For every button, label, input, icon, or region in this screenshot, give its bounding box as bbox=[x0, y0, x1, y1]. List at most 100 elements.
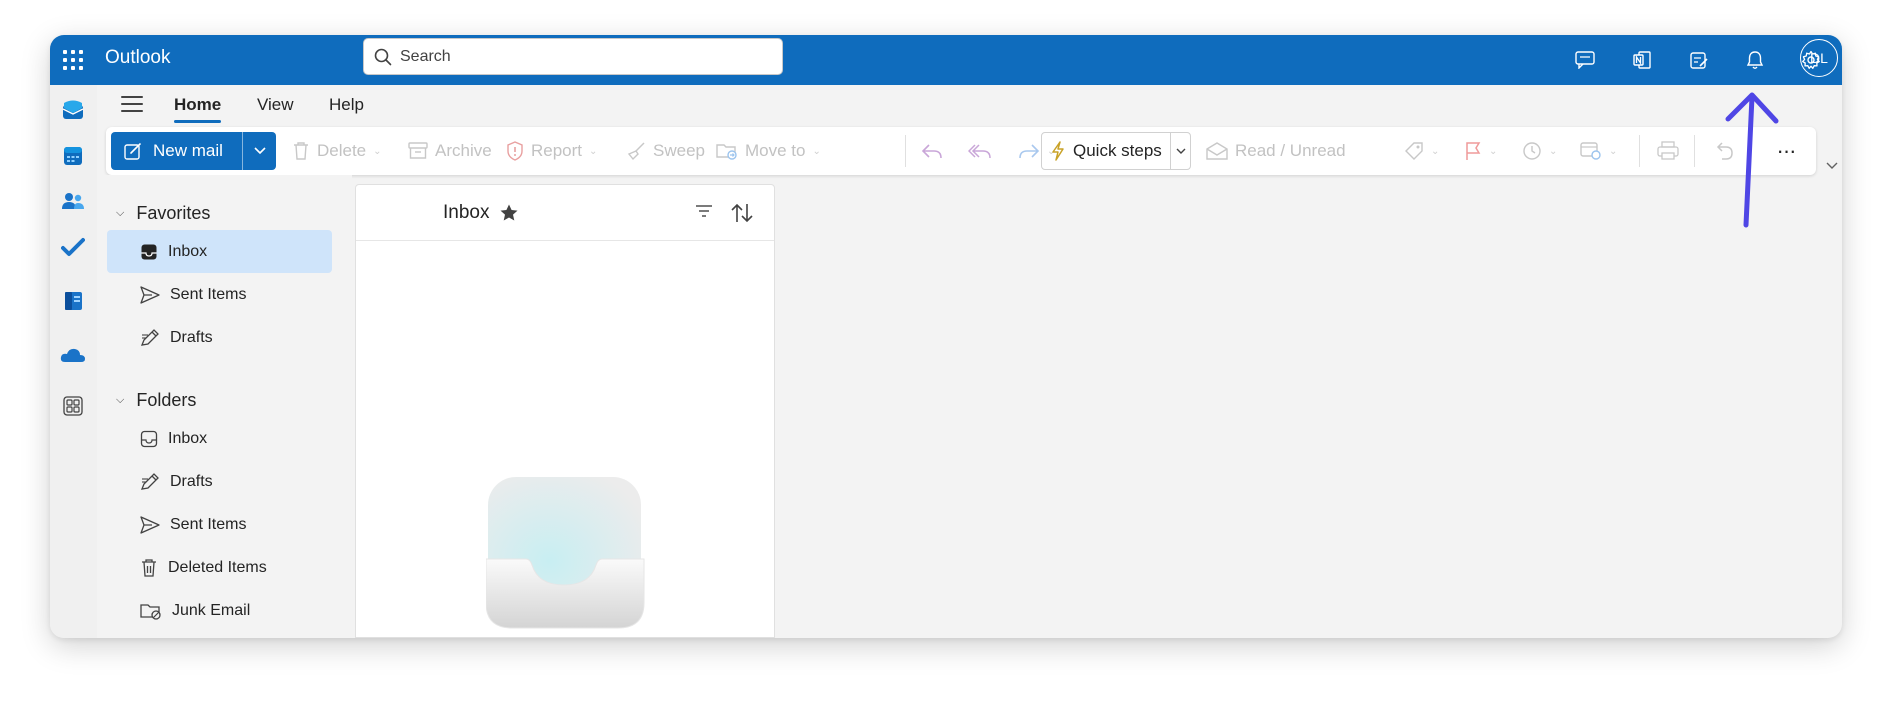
chevron-down-icon: ⌄ bbox=[1489, 145, 1498, 157]
chevron-down-icon: ⌄ bbox=[589, 145, 598, 157]
divider bbox=[905, 135, 906, 167]
tab-help[interactable]: Help bbox=[329, 95, 364, 115]
calendar-icon[interactable] bbox=[57, 140, 89, 172]
read-unread-button[interactable]: Read / Unread bbox=[1206, 132, 1346, 170]
favorites-item-drafts[interactable]: Drafts bbox=[107, 316, 332, 359]
search-icon bbox=[374, 48, 392, 66]
tag-icon bbox=[1405, 142, 1423, 160]
folders-title: Folders bbox=[136, 390, 197, 410]
delete-button[interactable]: Delete ⌄ bbox=[292, 132, 382, 170]
broom-icon bbox=[627, 142, 645, 161]
star-icon[interactable] bbox=[499, 203, 519, 223]
move-to-button[interactable]: Move to ⌄ bbox=[716, 132, 821, 170]
my-day-icon[interactable] bbox=[1684, 45, 1714, 75]
folder-item-junk-email[interactable]: Junk Email bbox=[107, 589, 332, 632]
apps-icon[interactable] bbox=[57, 390, 89, 422]
tab-home[interactable]: Home bbox=[174, 95, 222, 123]
folder-item-deleted-items[interactable]: Deleted Items bbox=[107, 546, 332, 589]
printer-icon bbox=[1657, 141, 1679, 160]
favorites-item-label: Drafts bbox=[170, 328, 213, 346]
tab-view[interactable]: View bbox=[257, 95, 294, 115]
bell-icon[interactable] bbox=[1740, 45, 1770, 75]
people-icon[interactable] bbox=[57, 185, 89, 217]
todo-icon[interactable] bbox=[57, 231, 89, 263]
search-box[interactable] bbox=[363, 38, 783, 75]
word-icon[interactable] bbox=[57, 285, 89, 317]
reply-icon bbox=[921, 144, 942, 159]
chevron-down-icon bbox=[253, 147, 266, 155]
folders-header[interactable]: ⌵ Folders bbox=[116, 390, 196, 411]
new-mail-dropdown[interactable] bbox=[242, 132, 276, 170]
favorites-item-inbox[interactable]: Inbox bbox=[107, 230, 332, 273]
archive-icon bbox=[408, 142, 428, 159]
folder-item-sent-items[interactable]: Sent Items bbox=[107, 503, 332, 546]
ribbon-expand-icon[interactable] bbox=[1826, 157, 1838, 175]
flag-button[interactable]: ⌄ bbox=[1464, 132, 1497, 170]
archive-button[interactable]: Archive bbox=[408, 132, 492, 170]
folder-item-drafts[interactable]: Drafts bbox=[107, 460, 332, 503]
forward-icon bbox=[1019, 144, 1040, 159]
new-mail-main[interactable]: New mail bbox=[111, 132, 242, 170]
report-label: Report bbox=[531, 141, 583, 160]
filter-icon[interactable] bbox=[694, 202, 714, 225]
chevron-down-icon: ⌄ bbox=[373, 145, 382, 157]
rules-icon bbox=[1580, 142, 1601, 160]
lightning-icon bbox=[1052, 141, 1064, 161]
send-icon bbox=[140, 515, 160, 534]
folder-item-label: Junk Email bbox=[172, 601, 251, 619]
message-list-title-group: Inbox bbox=[443, 202, 519, 224]
pencil-icon bbox=[140, 328, 159, 346]
hamburger-menu-icon[interactable] bbox=[121, 94, 143, 114]
sort-icon[interactable] bbox=[730, 202, 754, 229]
new-mail-button[interactable]: New mail bbox=[111, 132, 276, 170]
reply-all-button[interactable] bbox=[968, 132, 992, 170]
favorites-title: Favorites bbox=[136, 203, 211, 223]
new-mail-label: New mail bbox=[153, 141, 223, 160]
teams-chat-icon[interactable] bbox=[1570, 45, 1600, 75]
shield-icon bbox=[507, 141, 523, 161]
pencil-icon bbox=[140, 472, 159, 490]
ribbon-toolbar: New mail Delete ⌄ Archive Report ⌄ Sweep… bbox=[106, 127, 1816, 175]
favorites-item-label: Inbox bbox=[168, 242, 208, 260]
app-launcher-icon[interactable] bbox=[58, 45, 88, 75]
quick-steps-button[interactable]: Quick steps bbox=[1041, 132, 1191, 170]
favorites-header[interactable]: ⌵ Favorites bbox=[116, 203, 210, 224]
left-rail bbox=[50, 85, 97, 638]
onenote-icon[interactable] bbox=[1627, 45, 1657, 75]
rules-button[interactable]: ⌄ bbox=[1580, 132, 1617, 170]
snooze-button[interactable]: ⌄ bbox=[1522, 132, 1557, 170]
quick-steps-dropdown[interactable] bbox=[1170, 133, 1190, 169]
divider bbox=[1694, 135, 1695, 167]
chevron-down-icon: ⌵ bbox=[116, 207, 125, 219]
app-title: Outlook bbox=[105, 47, 171, 68]
chevron-down-icon: ⌄ bbox=[812, 145, 821, 157]
reply-button[interactable] bbox=[921, 132, 943, 170]
report-button[interactable]: Report ⌄ bbox=[506, 132, 597, 170]
folder-item-inbox[interactable]: Inbox bbox=[107, 417, 332, 460]
compose-icon bbox=[124, 143, 141, 160]
chevron-down-icon: ⌄ bbox=[1431, 145, 1440, 157]
chevron-down-icon: ⌄ bbox=[1609, 145, 1618, 157]
mail-icon[interactable] bbox=[57, 94, 89, 126]
annotation-arrow bbox=[1720, 85, 1790, 240]
favorites-item-label: Sent Items bbox=[170, 285, 247, 303]
folder-item-label: Inbox bbox=[168, 429, 208, 447]
folder-item-label: Drafts bbox=[170, 472, 213, 490]
archive-label: Archive bbox=[435, 141, 492, 160]
print-button[interactable] bbox=[1657, 132, 1679, 170]
folder-item-label: Sent Items bbox=[170, 515, 247, 533]
sweep-button[interactable]: Sweep bbox=[626, 132, 705, 170]
quick-steps-main[interactable]: Quick steps bbox=[1042, 141, 1170, 161]
folder-item-label: Deleted Items bbox=[168, 558, 267, 576]
search-input[interactable] bbox=[400, 44, 770, 70]
avatar[interactable]: DL bbox=[1800, 39, 1838, 77]
trash-icon bbox=[142, 558, 156, 577]
send-icon bbox=[140, 285, 160, 304]
favorites-item-sent-items[interactable]: Sent Items bbox=[107, 273, 332, 316]
divider bbox=[1639, 135, 1640, 167]
onedrive-icon[interactable] bbox=[57, 339, 89, 371]
junk-folder-icon bbox=[140, 603, 161, 620]
delete-label: Delete bbox=[317, 141, 367, 160]
clock-icon bbox=[1523, 142, 1541, 160]
categorize-button[interactable]: ⌄ bbox=[1404, 132, 1439, 170]
